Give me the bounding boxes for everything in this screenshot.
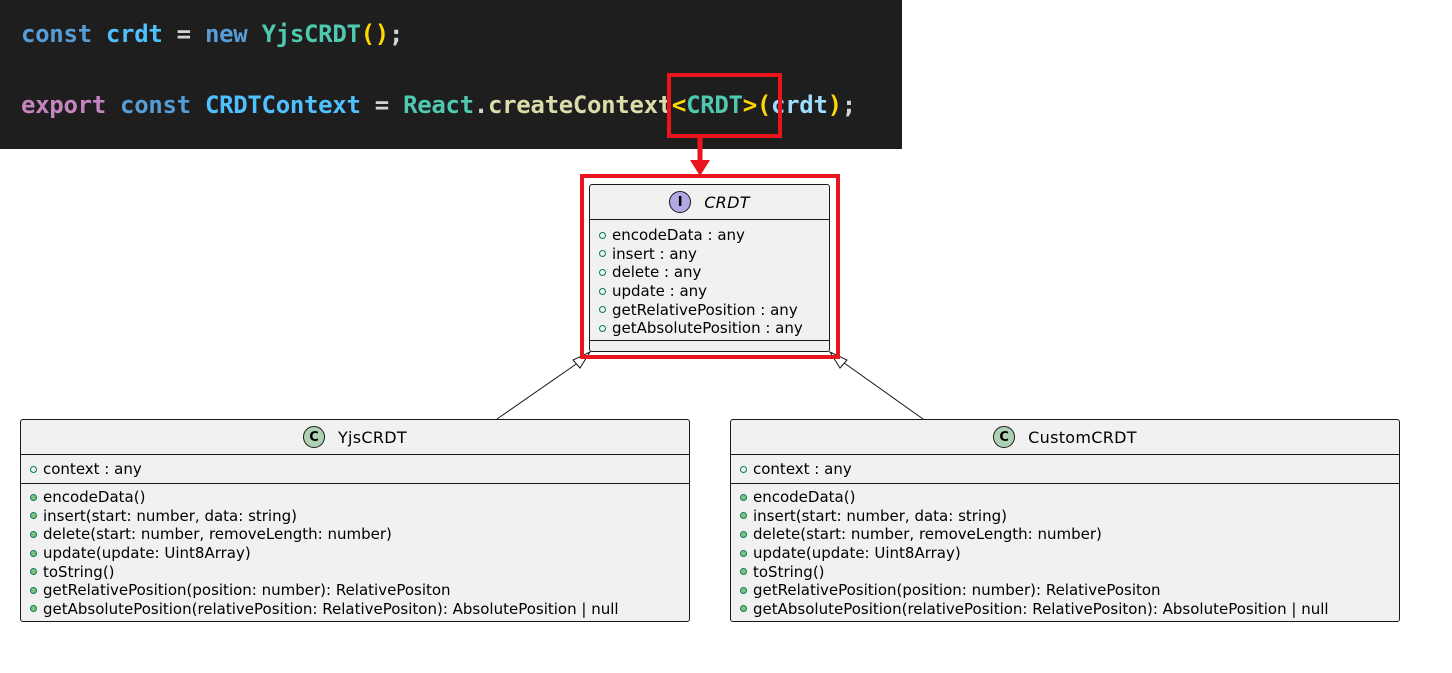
member-label: insert(start: number, data: string) (753, 506, 1007, 525)
public-method-icon (740, 568, 747, 576)
member-label: toString() (43, 562, 115, 581)
public-method-icon (740, 530, 747, 538)
member-row: getRelativePosition(position: number): R… (21, 581, 689, 600)
public-method-icon (740, 549, 747, 557)
class-yjscrdt-methods: encodeData() insert(start: number, data:… (21, 483, 689, 618)
member-row: insert(start: number, data: string) (731, 507, 1399, 526)
public-method-icon (740, 605, 747, 613)
public-method-icon (30, 586, 37, 594)
member-row: delete(start: number, removeLength: numb… (21, 525, 689, 544)
member-label: delete(start: number, removeLength: numb… (43, 525, 392, 544)
member-label: getRelativePosition(position: number): R… (43, 581, 451, 600)
class-customcrdt-fields: context : any (731, 455, 1399, 483)
class-customcrdt-name: CustomCRDT (1028, 427, 1137, 447)
public-method-icon (30, 512, 37, 520)
class-stereotype-icon: C (302, 426, 325, 448)
member-row: toString() (21, 562, 689, 581)
interface-crdt-highlight (580, 174, 840, 359)
member-label: update(update: Uint8Array) (43, 544, 251, 563)
public-method-icon (740, 493, 747, 501)
public-method-icon (30, 605, 37, 613)
member-row: context : any (731, 460, 1399, 479)
member-label: insert(start: number, data: string) (43, 506, 297, 525)
yjs-realization-line (496, 359, 583, 420)
public-method-icon (30, 493, 37, 501)
class-yjscrdt-name: YjsCRDT (337, 427, 408, 447)
member-row: delete(start: number, removeLength: numb… (731, 525, 1399, 544)
public-visibility-icon (30, 465, 37, 473)
class-yjscrdt-fields: context : any (21, 455, 689, 483)
member-label: context : any (43, 460, 142, 479)
class-customcrdt-methods: encodeData() insert(start: number, data:… (731, 483, 1399, 618)
member-row: insert(start: number, data: string) (21, 507, 689, 526)
class-yjscrdt-header: C YjsCRDT (21, 420, 689, 455)
custom-realization-line (839, 359, 924, 420)
member-row: getAbsolutePosition(relativePosition: Re… (731, 600, 1399, 619)
public-method-icon (740, 586, 747, 594)
public-method-icon (740, 512, 747, 520)
member-label: toString() (753, 562, 825, 581)
member-row: toString() (731, 562, 1399, 581)
member-row: update(update: Uint8Array) (21, 544, 689, 563)
public-method-icon (30, 549, 37, 557)
member-row: update(update: Uint8Array) (731, 544, 1399, 563)
member-label: encodeData() (43, 488, 146, 507)
class-customcrdt-header: C CustomCRDT (731, 420, 1399, 455)
class-stereotype-icon: C (993, 426, 1016, 448)
member-label: getRelativePosition(position: number): R… (753, 581, 1161, 600)
member-row: context : any (21, 460, 689, 479)
member-row: encodeData() (21, 488, 689, 507)
member-label: delete(start: number, removeLength: numb… (753, 525, 1102, 544)
code-generic-type-highlight (667, 73, 782, 138)
member-label: getAbsolutePosition(relativePosition: Re… (43, 599, 619, 618)
member-row: getAbsolutePosition(relativePosition: Re… (21, 600, 689, 619)
member-row: getRelativePosition(position: number): R… (731, 581, 1399, 600)
class-yjscrdt-box: C YjsCRDT context : any encodeData() ins… (20, 419, 690, 622)
class-customcrdt-box: C CustomCRDT context : any encodeData() … (730, 419, 1400, 622)
public-method-icon (30, 568, 37, 576)
member-row: encodeData() (731, 488, 1399, 507)
member-label: update(update: Uint8Array) (753, 544, 961, 563)
member-label: encodeData() (753, 488, 856, 507)
public-method-icon (30, 530, 37, 538)
member-label: context : any (753, 460, 852, 479)
member-label: getAbsolutePosition(relativePosition: Re… (753, 599, 1329, 618)
public-visibility-icon (740, 465, 747, 473)
